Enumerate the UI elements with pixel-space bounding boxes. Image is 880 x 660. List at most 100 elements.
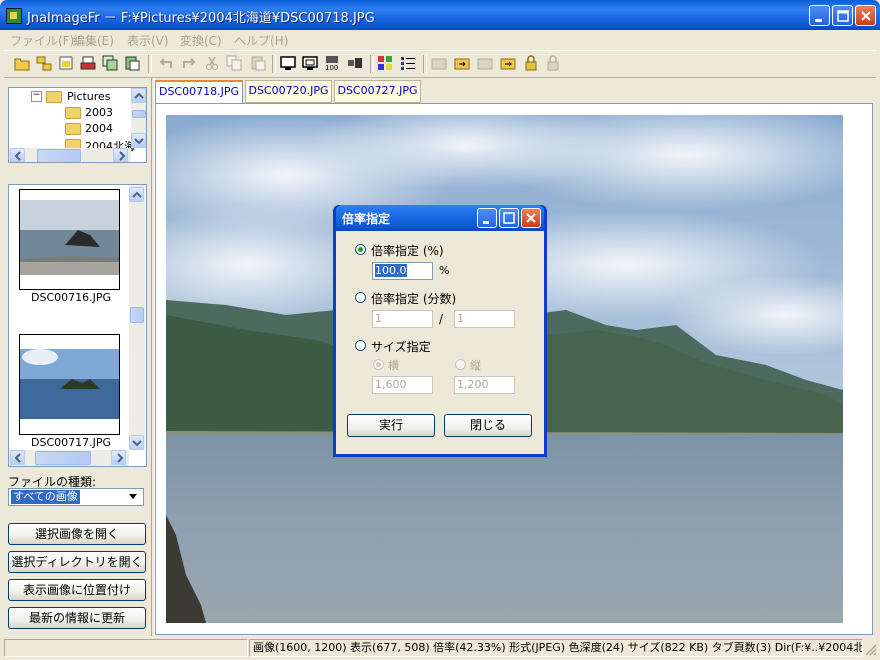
- menu-view[interactable]: 表示(V): [127, 32, 169, 49]
- radio-size[interactable]: [355, 340, 366, 351]
- scroll-left-icon[interactable]: [10, 148, 25, 162]
- open-selected-directory-button[interactable]: 選択ディレクトリを開く: [8, 551, 146, 573]
- radio-height[interactable]: [455, 359, 466, 370]
- maximize-button[interactable]: [832, 5, 853, 26]
- fit-window-icon[interactable]: [302, 55, 318, 71]
- folder-icon: [65, 107, 81, 119]
- radio-width[interactable]: [373, 359, 384, 370]
- scroll-down-icon[interactable]: [131, 133, 146, 148]
- print-icon[interactable]: [80, 55, 96, 71]
- thumbnail-horizontal-scrollbar[interactable]: [9, 450, 129, 466]
- dialog-minimize-button[interactable]: [477, 208, 497, 228]
- radio-height-label: 縦: [470, 359, 481, 372]
- toolbar-separator: [272, 55, 276, 73]
- height-input[interactable]: 1,200: [454, 376, 515, 394]
- scroll-down-icon[interactable]: [129, 435, 144, 450]
- dialog-maximize-button[interactable]: [499, 208, 519, 228]
- paste-image-icon[interactable]: [124, 55, 140, 71]
- tab-dsc00720[interactable]: DSC00720.JPG: [245, 80, 332, 103]
- app-icon: [6, 8, 22, 24]
- tree-item-2004[interactable]: 2004: [85, 122, 113, 135]
- radio-percent[interactable]: [355, 244, 366, 255]
- resize-grip-icon[interactable]: [864, 643, 878, 657]
- menu-file[interactable]: ファイル(F): [10, 32, 74, 49]
- toolbar-separator: [370, 55, 374, 73]
- folder-tree-icon[interactable]: [36, 55, 52, 71]
- scroll-thumb[interactable]: [132, 110, 146, 118]
- dialog-title: 倍率指定: [342, 212, 391, 226]
- detail-list-icon[interactable]: [400, 55, 416, 71]
- folder-new-icon[interactable]: [431, 55, 447, 71]
- tree-vertical-scrollbar[interactable]: [131, 88, 146, 148]
- thumbnail-vertical-scrollbar[interactable]: [129, 185, 145, 450]
- numerator-input[interactable]: 1: [372, 310, 433, 328]
- scroll-thumb[interactable]: [35, 451, 91, 465]
- refresh-button[interactable]: 最新の情報に更新: [8, 607, 146, 629]
- file-type-select[interactable]: すべての画像: [8, 488, 144, 506]
- fit-screen-icon[interactable]: [280, 55, 296, 71]
- thumbnail-image: [20, 349, 119, 419]
- copy-image-icon[interactable]: [102, 55, 118, 71]
- toolbar: 100: [4, 50, 876, 78]
- tree-collapse-toggle[interactable]: −: [31, 91, 42, 102]
- status-panel-empty: [4, 639, 248, 657]
- open-selected-image-button[interactable]: 選択画像を開く: [8, 523, 146, 545]
- radio-fraction-label: 倍率指定 (分数): [371, 292, 457, 306]
- thumbnail-grid-icon[interactable]: [377, 55, 393, 71]
- tab-dsc00727[interactable]: DSC00727.JPG: [334, 80, 421, 103]
- zoom-ratio-icon[interactable]: [347, 55, 363, 71]
- chevron-down-icon[interactable]: [127, 493, 139, 501]
- radio-fraction[interactable]: [355, 292, 366, 303]
- scroll-right-icon[interactable]: [111, 450, 126, 465]
- dialog-title-bar[interactable]: 倍率指定: [336, 205, 544, 231]
- lock-icon[interactable]: [523, 55, 539, 71]
- copy-to-folder-icon[interactable]: [500, 55, 516, 71]
- undo-icon[interactable]: [159, 55, 175, 71]
- dialog-close-button[interactable]: [521, 208, 541, 228]
- cut-icon[interactable]: [204, 55, 220, 71]
- toolbar-separator: [423, 55, 427, 73]
- redo-icon[interactable]: [180, 55, 196, 71]
- title-bar[interactable]: JnaImageFr － F:¥Pictures¥2004北海道¥DSC0071…: [0, 0, 880, 30]
- locate-displayed-image-button[interactable]: 表示画像に位置付け: [8, 579, 146, 601]
- actual-size-100-icon[interactable]: 100: [324, 55, 340, 71]
- folder-icon: [46, 91, 62, 103]
- image-file-icon[interactable]: [58, 55, 74, 71]
- denominator-input[interactable]: 1: [454, 310, 515, 328]
- scroll-thumb[interactable]: [37, 149, 81, 162]
- folder-disabled-icon[interactable]: [477, 55, 493, 71]
- tree-horizontal-scrollbar[interactable]: [9, 148, 131, 162]
- percent-unit: %: [439, 264, 450, 277]
- scroll-thumb[interactable]: [130, 307, 144, 323]
- menu-help[interactable]: ヘルプ(H): [234, 32, 288, 49]
- menu-convert[interactable]: 変換(C): [180, 32, 222, 49]
- radio-width-label: 横: [388, 359, 399, 372]
- dialog-close-text-button[interactable]: 閉じる: [444, 414, 532, 437]
- percent-input[interactable]: 100.0: [372, 262, 433, 280]
- run-button[interactable]: 実行: [347, 414, 435, 437]
- copy-icon[interactable]: [226, 55, 242, 71]
- menu-edit[interactable]: 編集(E): [73, 32, 114, 49]
- tab-dsc00718[interactable]: DSC00718.JPG: [155, 80, 243, 103]
- scroll-right-icon[interactable]: [113, 148, 128, 162]
- width-input[interactable]: 1,600: [372, 376, 433, 394]
- open-folder-icon[interactable]: [14, 55, 30, 71]
- tree-item-pictures[interactable]: Pictures: [67, 90, 111, 103]
- thumbnail-item[interactable]: [19, 334, 120, 435]
- close-button[interactable]: [855, 5, 876, 26]
- zoom-dialog: 倍率指定 倍率指定 (%) 100.0 % 倍率指定 (分数) 1 / 1 サイ…: [333, 205, 547, 457]
- move-to-folder-icon[interactable]: [454, 55, 470, 71]
- toolbar-separator: [148, 55, 152, 73]
- scroll-up-icon[interactable]: [129, 187, 144, 202]
- thumbnail-list: DSC00716.JPG DSC00717.JPG: [8, 184, 147, 467]
- paste-icon[interactable]: [250, 55, 266, 71]
- unlock-icon[interactable]: [545, 55, 561, 71]
- tree-item-2003[interactable]: 2003: [85, 106, 113, 119]
- svg-text:100: 100: [325, 64, 338, 71]
- thumbnail-label: DSC00717.JPG: [31, 436, 112, 449]
- scroll-left-icon[interactable]: [10, 450, 25, 465]
- scroll-up-icon[interactable]: [131, 88, 146, 103]
- thumbnail-item[interactable]: [19, 189, 120, 290]
- minimize-button[interactable]: [809, 5, 830, 26]
- fraction-separator: /: [439, 312, 444, 326]
